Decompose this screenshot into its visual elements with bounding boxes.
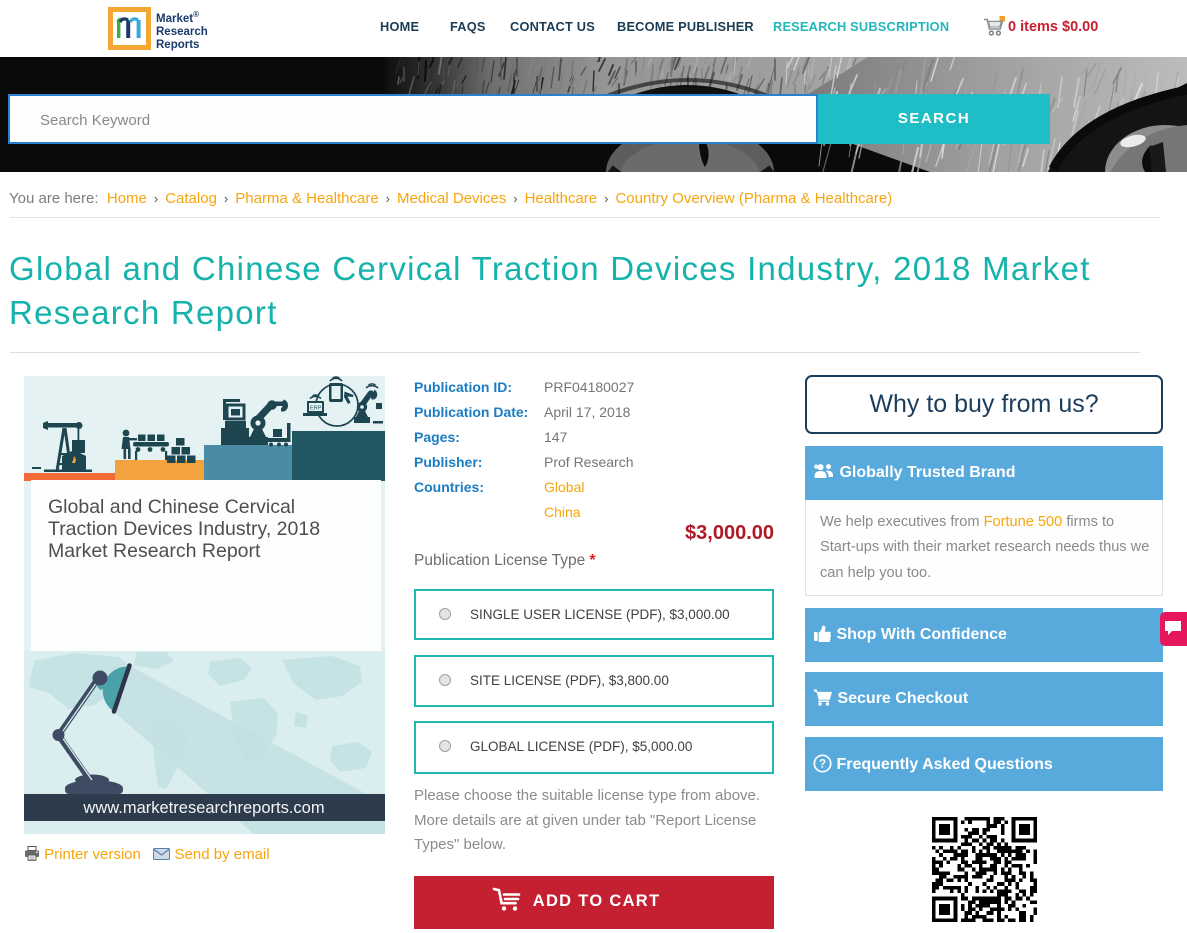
svg-text:ERP: ERP (310, 406, 322, 412)
svg-text:?: ? (819, 759, 826, 771)
svg-text:Global and Chinese Cervical: Global and Chinese Cervical (48, 496, 295, 518)
svg-text:Market Research Report: Market Research Report (48, 540, 261, 562)
svg-text:www.marketresearchreports.com: www.marketresearchreports.com (82, 799, 324, 817)
svg-text:Traction Devices Industry, 201: Traction Devices Industry, 2018 (48, 518, 320, 540)
